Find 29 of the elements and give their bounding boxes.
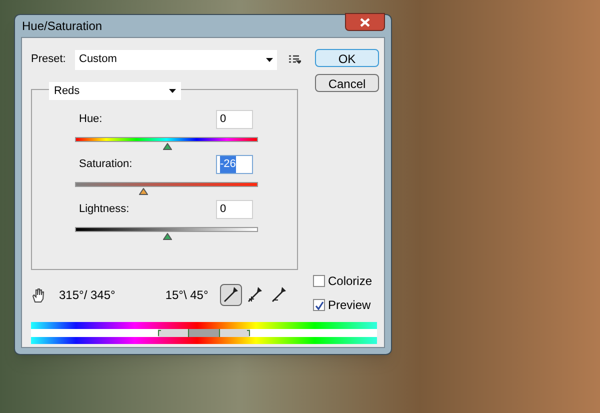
preset-label: Preset: bbox=[31, 52, 67, 68]
eyedropper-icon bbox=[271, 286, 288, 304]
eyedropper-icon bbox=[247, 286, 264, 304]
channel-dropdown[interactable]: Reds bbox=[49, 82, 181, 100]
checkbox-label: Preview bbox=[328, 297, 371, 314]
dialog-button[interactable]: OK bbox=[315, 49, 379, 67]
value-field[interactable]: -26 bbox=[216, 155, 253, 174]
slider-label: Hue: bbox=[79, 112, 102, 128]
preset-dropdown[interactable]: Custom bbox=[75, 50, 277, 70]
close-icon bbox=[360, 18, 370, 26]
slider-label: Saturation: bbox=[79, 157, 132, 172]
slider-label: Lightness: bbox=[79, 202, 130, 218]
close-button[interactable] bbox=[345, 13, 385, 31]
caret-icon bbox=[169, 89, 176, 93]
caret-icon bbox=[266, 58, 273, 62]
value-field[interactable]: 0 bbox=[216, 200, 253, 219]
eyedropper-button[interactable] bbox=[220, 284, 242, 306]
range-readout: 15°\ 45° bbox=[165, 287, 208, 304]
range-readout: 315°/ 345° bbox=[59, 287, 116, 304]
checkbox-label: Colorize bbox=[328, 273, 372, 290]
window-title: Hue/Saturation bbox=[21, 18, 102, 35]
range-slider-drawing[interactable] bbox=[31, 329, 377, 337]
checkbox[interactable] bbox=[313, 299, 325, 311]
checkbox[interactable] bbox=[313, 275, 325, 287]
hand-icon[interactable] bbox=[31, 288, 46, 302]
value-field[interactable]: 0 bbox=[216, 110, 253, 129]
menu-icon[interactable] bbox=[289, 55, 301, 64]
dialog-button[interactable]: Cancel bbox=[315, 74, 379, 92]
eyedropper-icon bbox=[223, 286, 240, 304]
